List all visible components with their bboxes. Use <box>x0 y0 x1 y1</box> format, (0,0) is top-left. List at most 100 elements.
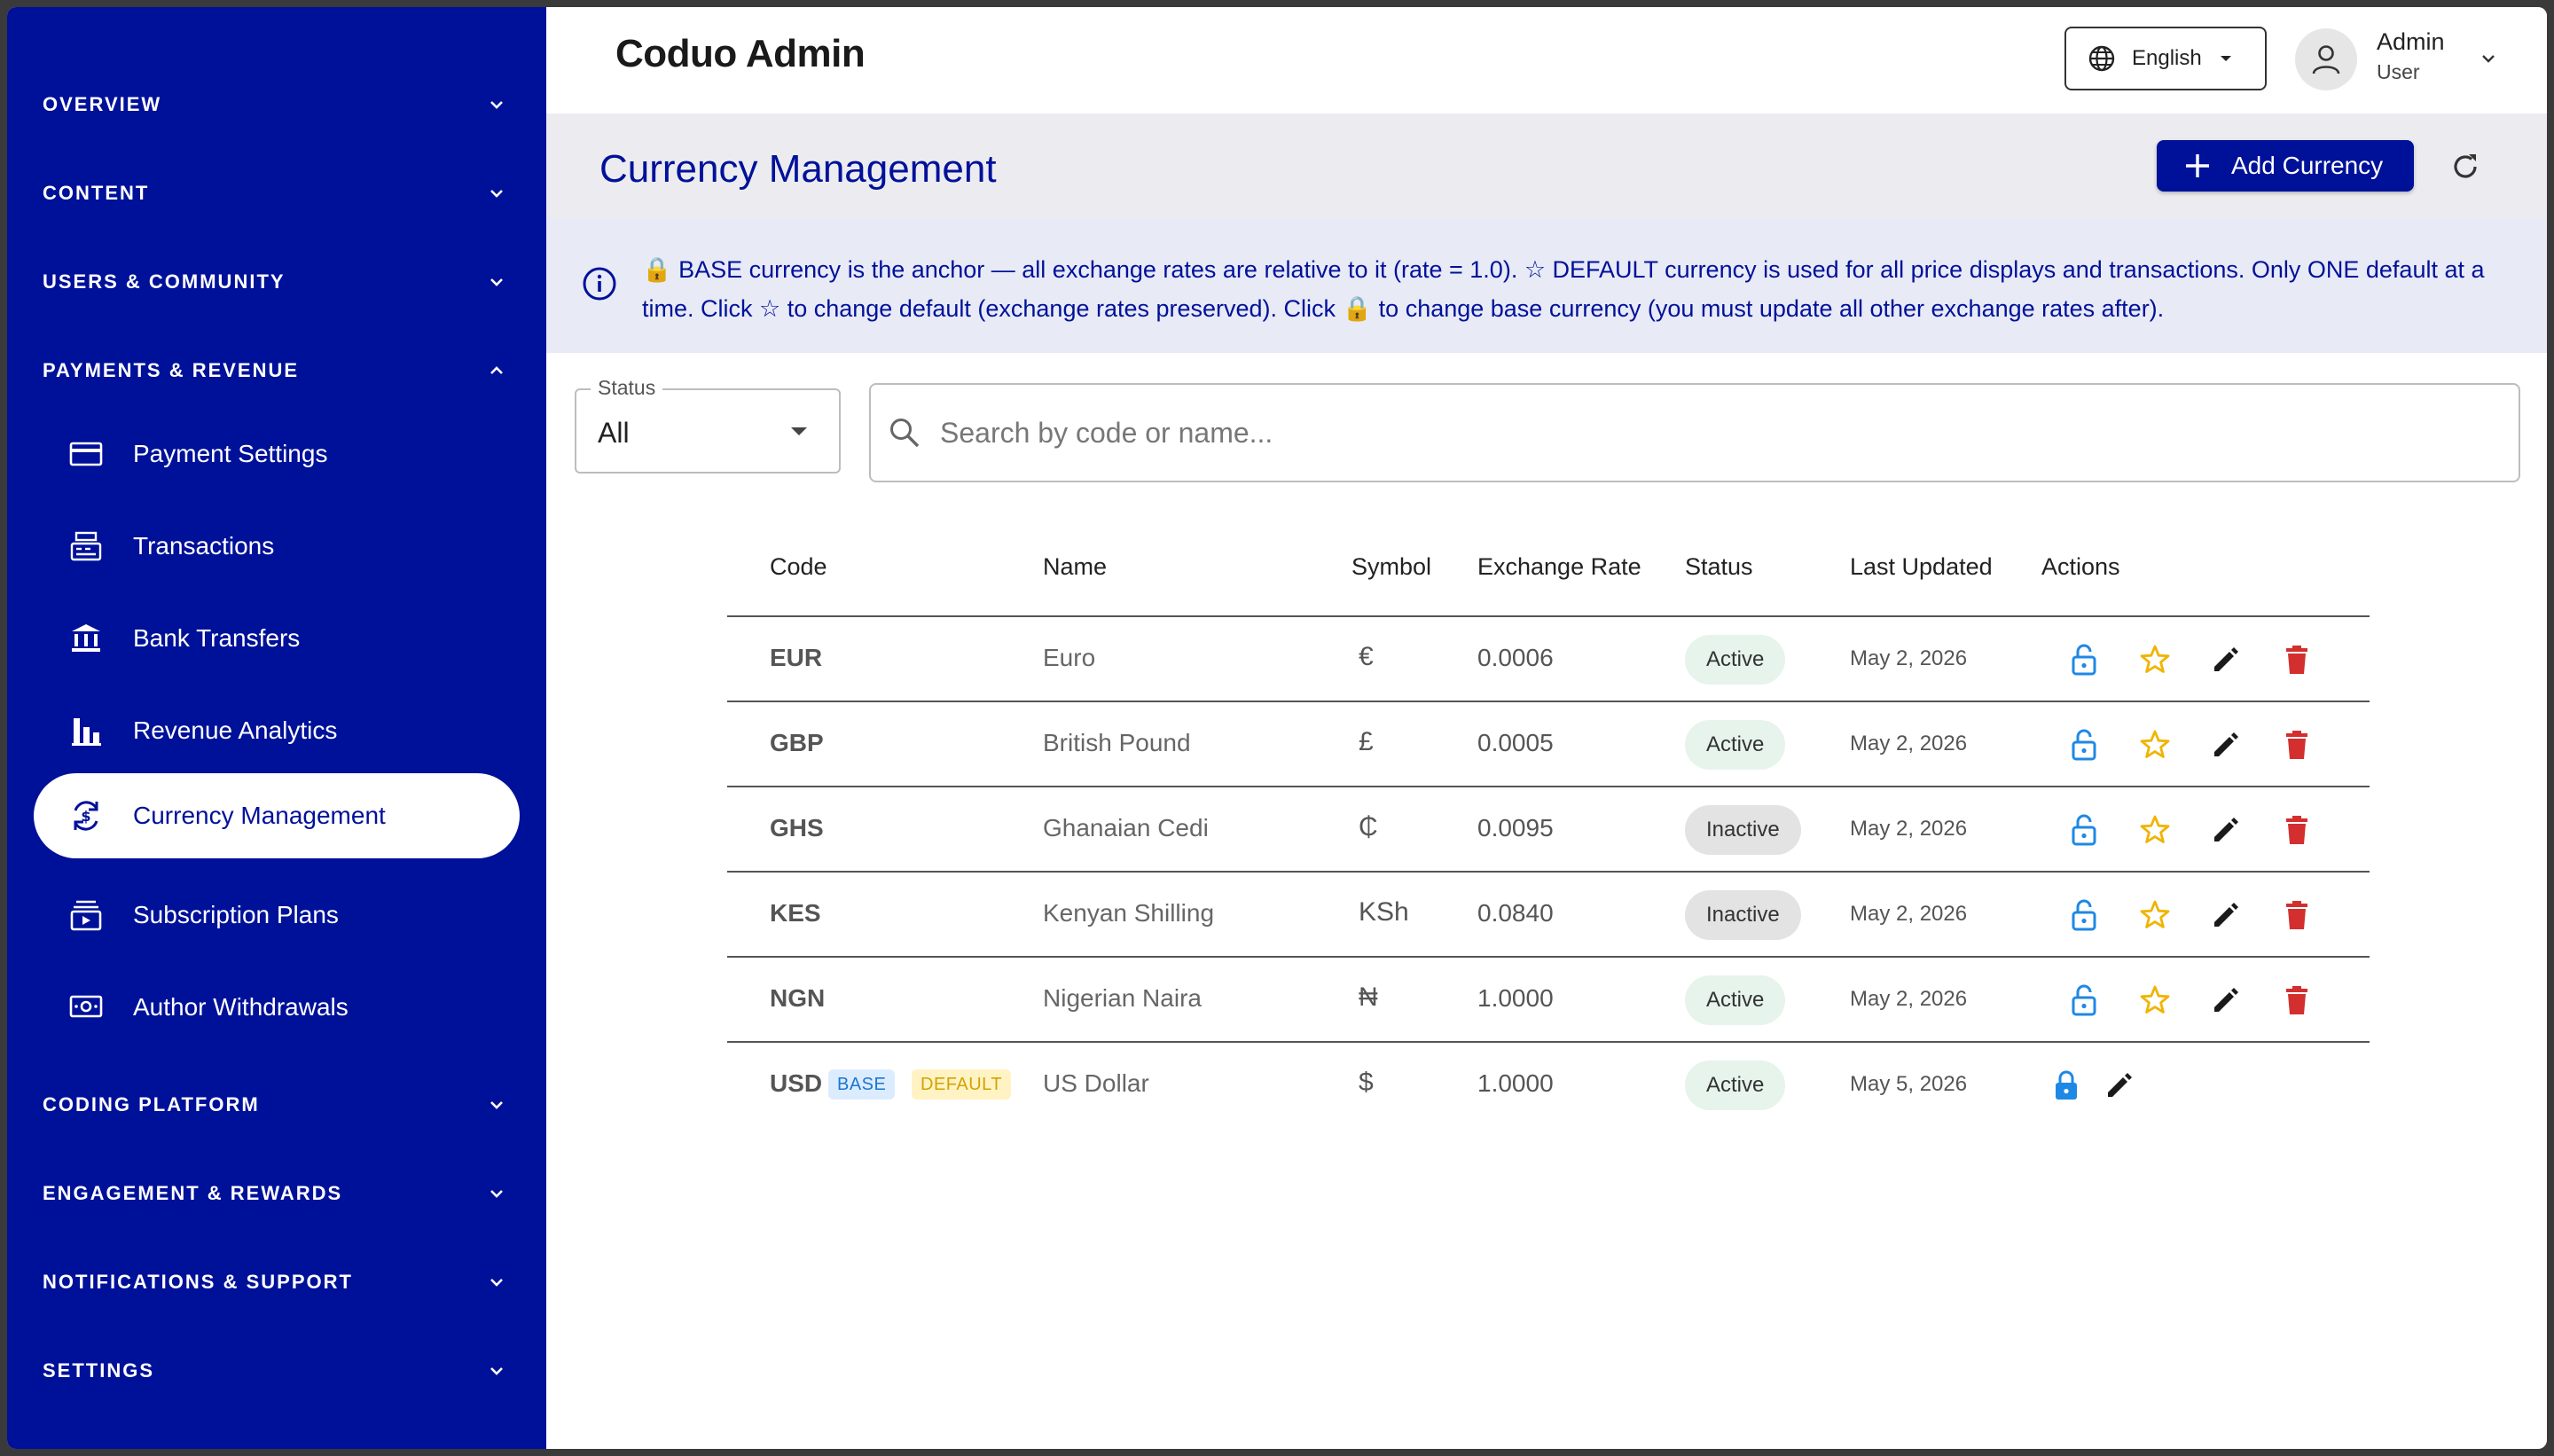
currency-name: Ghanaian Cedi <box>1043 814 1209 842</box>
status-filter[interactable]: Status All <box>575 376 841 474</box>
edit-icon[interactable] <box>2206 981 2245 1020</box>
currency-name: Kenyan Shilling <box>1043 899 1215 927</box>
sidebar-item-revenue-analytics[interactable]: Revenue Analytics <box>34 688 520 773</box>
column-header-status[interactable]: Status <box>1685 553 1753 581</box>
lock-open-icon[interactable] <box>2064 896 2104 935</box>
status-badge: Inactive <box>1685 805 1801 855</box>
search-input[interactable] <box>940 416 2448 450</box>
currency-code: NGN <box>770 984 826 1012</box>
column-header-exchange-rate[interactable]: Exchange Rate <box>1477 553 1641 581</box>
last-updated: May 2, 2026 <box>1850 902 1968 926</box>
currency-code: EUR <box>770 644 823 671</box>
avatar[interactable] <box>2295 28 2357 90</box>
section-label: USERS & COMMUNITY <box>43 270 286 293</box>
edit-icon[interactable] <box>2206 810 2245 849</box>
user-role: User <box>2377 60 2420 83</box>
credit-card-icon <box>67 435 105 473</box>
chevron-up-icon <box>490 366 503 374</box>
section-notifications-support[interactable]: NOTIFICATIONS & SUPPORT <box>7 1247 546 1318</box>
app-title: Coduo Admin <box>615 32 866 75</box>
exchange-rate: 0.0005 <box>1477 729 1554 756</box>
user-name[interactable]: Admin <box>2377 28 2445 56</box>
lock-open-icon[interactable] <box>2064 981 2104 1020</box>
base-tag: BASE <box>828 1069 896 1100</box>
currency-code: USD <box>770 1069 823 1097</box>
plus-icon <box>2186 154 2209 177</box>
section-users-community[interactable]: USERS & COMMUNITY <box>7 247 546 317</box>
refresh-button[interactable] <box>2446 147 2485 186</box>
section-payments-revenue[interactable]: PAYMENTS & REVENUE <box>7 335 546 406</box>
sidebar-item-bank-transfers[interactable]: Bank Transfers <box>34 596 520 681</box>
table-row: USD BASE DEFAULT US Dollar $ 1.0000 Acti… <box>727 1043 2370 1128</box>
delete-icon[interactable] <box>2277 640 2316 679</box>
currency-name: Nigerian Naira <box>1043 984 1202 1012</box>
status-filter-value: All <box>598 417 630 449</box>
table-row: GHS Ghanaian Cedi ₵ 0.0095 Inactive May … <box>727 787 2370 873</box>
status-badge: Active <box>1685 975 1786 1025</box>
table-row: NGN Nigerian Naira ₦ 1.0000 Active May 2… <box>727 958 2370 1043</box>
top-bar: Coduo Admin English Admin User <box>546 7 2547 114</box>
currency-symbol: ₦ <box>1359 982 1378 1012</box>
payments-icon <box>67 989 105 1026</box>
last-updated: May 2, 2026 <box>1850 987 1968 1011</box>
page-header: Currency Management Add Currency <box>546 114 2547 218</box>
column-header-last-updated[interactable]: Last Updated <box>1850 553 1993 581</box>
chevron-down-icon <box>490 278 503 286</box>
svg-text:$: $ <box>81 808 90 825</box>
delete-icon[interactable] <box>2277 725 2316 764</box>
last-updated: May 2, 2026 <box>1850 817 1968 841</box>
section-label: SETTINGS <box>43 1359 155 1382</box>
sidebar-item-subscription-plans[interactable]: Subscription Plans <box>34 873 520 958</box>
edit-icon[interactable] <box>2100 1066 2139 1105</box>
sidebar-item-author-withdrawals[interactable]: Author Withdrawals <box>34 965 520 1050</box>
star-outline-icon[interactable] <box>2135 981 2174 1020</box>
sidebar-item-currency-management[interactable]: $ Currency Management <box>34 773 520 858</box>
add-currency-button[interactable]: Add Currency <box>2157 140 2414 192</box>
sidebar-item-label: Currency Management <box>133 802 386 829</box>
language-selector[interactable]: English <box>2064 27 2267 90</box>
column-header-symbol[interactable]: Symbol <box>1351 553 1431 581</box>
section-label: PAYMENTS & REVENUE <box>43 359 300 381</box>
lock-open-icon[interactable] <box>2064 810 2104 849</box>
section-label: CONTENT <box>43 182 150 204</box>
edit-icon[interactable] <box>2206 896 2245 935</box>
section-content[interactable]: CONTENT <box>7 158 546 229</box>
star-outline-icon[interactable] <box>2135 896 2174 935</box>
search-icon <box>890 419 920 448</box>
star-outline-icon[interactable] <box>2135 640 2174 679</box>
delete-icon[interactable] <box>2277 810 2316 849</box>
sidebar-item-label: Payment Settings <box>133 440 328 467</box>
sidebar-item-payment-settings[interactable]: Payment Settings <box>34 411 520 497</box>
exchange-rate: 0.0006 <box>1477 644 1554 671</box>
chevron-down-icon <box>490 1101 503 1109</box>
chevron-down-icon[interactable] <box>2478 48 2499 69</box>
sidebar-item-transactions[interactable]: Transactions <box>34 504 520 589</box>
language-label: English <box>2132 46 2202 70</box>
lock-open-icon[interactable] <box>2064 640 2104 679</box>
bank-icon <box>67 620 105 657</box>
edit-icon[interactable] <box>2206 640 2245 679</box>
section-settings[interactable]: SETTINGS <box>7 1335 546 1406</box>
star-outline-icon[interactable] <box>2135 810 2174 849</box>
currency-symbol: $ <box>1359 1068 1374 1097</box>
lock-icon[interactable] <box>2047 1066 2086 1105</box>
search-box[interactable] <box>869 383 2520 482</box>
bar-chart-icon <box>67 712 105 749</box>
info-text: 🔒 BASE currency is the anchor — all exch… <box>642 256 2485 322</box>
section-coding-platform[interactable]: CODING PLATFORM <box>7 1069 546 1140</box>
delete-icon[interactable] <box>2277 981 2316 1020</box>
currency-name: British Pound <box>1043 729 1191 756</box>
status-filter-label: Status <box>591 376 663 400</box>
delete-icon[interactable] <box>2277 896 2316 935</box>
star-outline-icon[interactable] <box>2135 725 2174 764</box>
section-label: ENGAGEMENT & REWARDS <box>43 1182 343 1204</box>
lock-open-icon[interactable] <box>2064 725 2104 764</box>
edit-icon[interactable] <box>2206 725 2245 764</box>
currency-name: US Dollar <box>1043 1069 1149 1097</box>
section-overview[interactable]: OVERVIEW <box>7 69 546 140</box>
last-updated: May 5, 2026 <box>1850 1072 1968 1096</box>
column-header-name[interactable]: Name <box>1043 553 1107 581</box>
status-badge: Active <box>1685 1061 1786 1110</box>
column-header-code[interactable]: Code <box>770 553 827 581</box>
section-engagement-rewards[interactable]: ENGAGEMENT & REWARDS <box>7 1158 546 1229</box>
